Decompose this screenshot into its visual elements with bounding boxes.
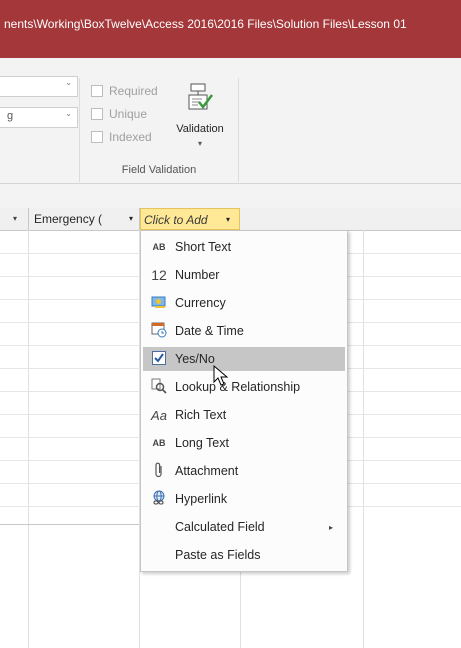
- menu-item-label: Calculated Field: [175, 520, 265, 534]
- number-icon: 12: [151, 267, 167, 283]
- property-combo-2[interactable]: g ⌄: [0, 107, 78, 128]
- field-validation-group-label: Field Validation: [121, 164, 197, 176]
- menu-item-label: Rich Text: [175, 408, 227, 422]
- menu-item-date-time[interactable]: Date & Time: [143, 319, 345, 343]
- unique-checkbox[interactable]: Unique: [91, 106, 147, 122]
- grid-line: [28, 230, 29, 648]
- menu-item-short-text[interactable]: AB Short Text: [143, 235, 345, 259]
- file-path: nents\Working\BoxTwelve\Access 2016\2016…: [4, 17, 407, 31]
- menu-item-paste-as-fields[interactable]: Paste as Fields: [143, 543, 345, 567]
- menu-item-label: Attachment: [175, 464, 239, 478]
- title-bar: nents\Working\BoxTwelve\Access 2016\2016…: [0, 0, 461, 58]
- checkbox-icon: [143, 350, 175, 368]
- menu-item-calculated-field[interactable]: Calculated Field ▸: [143, 515, 345, 539]
- column-header-emergency[interactable]: Emergency ( ▾: [29, 208, 140, 230]
- lookup-icon: [143, 378, 175, 397]
- menu-item-rich-text[interactable]: Aa Rich Text: [143, 403, 345, 427]
- menu-item-label: Number: [175, 268, 220, 282]
- column-header-label: Emergency (: [34, 212, 103, 226]
- validation-button[interactable]: Validation ▾: [166, 81, 234, 157]
- validation-icon: [188, 83, 213, 110]
- menu-item-currency[interactable]: Currency: [143, 291, 345, 315]
- checkbox-box: [91, 131, 103, 143]
- long-text-icon: AB: [152, 438, 166, 448]
- data-type-menu: AB Short Text 12 Number Currency Date & …: [140, 230, 348, 572]
- menu-item-lookup-relationship[interactable]: Lookup & Relationship: [143, 375, 345, 399]
- menu-item-label: Hyperlink: [175, 492, 228, 506]
- hyperlink-icon: [143, 490, 175, 509]
- menu-item-long-text[interactable]: AB Long Text: [143, 431, 345, 455]
- column-header-click-to-add[interactable]: Click to Add ▾: [140, 208, 240, 230]
- dropdown-arrow-icon[interactable]: ▾: [13, 208, 17, 230]
- rich-text-icon: Aa: [151, 407, 167, 423]
- divider: [238, 78, 239, 182]
- unique-label: Unique: [109, 107, 148, 121]
- dropdown-arrow-icon[interactable]: ▾: [129, 208, 133, 230]
- menu-item-label: Currency: [175, 296, 226, 310]
- menu-item-yes-no[interactable]: Yes/No: [143, 347, 345, 371]
- ribbon: ⌄ g ⌄ Required Unique Indexed Validation…: [0, 58, 461, 184]
- required-label: Required: [109, 84, 158, 98]
- menu-item-number[interactable]: 12 Number: [143, 263, 345, 287]
- property-combo-1[interactable]: ⌄: [0, 76, 78, 97]
- menu-item-label: Date & Time: [175, 324, 244, 338]
- required-checkbox[interactable]: Required: [91, 83, 158, 99]
- validation-label: Validation: [176, 123, 224, 135]
- grid-line: [363, 230, 364, 648]
- table-end-line: [0, 524, 139, 525]
- chevron-down-icon: ▾: [197, 139, 202, 148]
- menu-item-hyperlink[interactable]: Hyperlink: [143, 487, 345, 511]
- currency-icon: [143, 295, 175, 312]
- paperclip-icon: [143, 462, 175, 481]
- short-text-icon: AB: [152, 242, 166, 252]
- checkbox-box: [91, 108, 103, 120]
- indexed-checkbox[interactable]: Indexed: [91, 129, 152, 145]
- menu-item-attachment[interactable]: Attachment: [143, 459, 345, 483]
- mouse-cursor-icon: [213, 365, 229, 386]
- checkbox-box: [91, 85, 103, 97]
- click-to-add-label: Click to Add: [144, 213, 208, 227]
- submenu-arrow-icon: ▸: [328, 522, 333, 532]
- indexed-label: Indexed: [109, 130, 152, 144]
- menu-item-label: Paste as Fields: [175, 548, 261, 562]
- menu-item-label: Yes/No: [175, 352, 215, 366]
- menu-item-label: Short Text: [175, 240, 232, 254]
- date-time-icon: [143, 322, 175, 341]
- column-header-partial[interactable]: ▾: [0, 208, 29, 230]
- chevron-down-icon: ⌄: [65, 109, 72, 118]
- chevron-down-icon: ⌄: [65, 78, 72, 87]
- divider: [79, 78, 80, 182]
- menu-item-label: Long Text: [175, 436, 229, 450]
- menu-item-label: Lookup & Relationship: [175, 380, 301, 394]
- column-header-row: ▾ Emergency ( ▾ Click to Add ▾: [0, 208, 461, 231]
- ribbon-bottom-strip: [0, 184, 461, 209]
- dropdown-arrow-icon[interactable]: ▾: [226, 209, 230, 229]
